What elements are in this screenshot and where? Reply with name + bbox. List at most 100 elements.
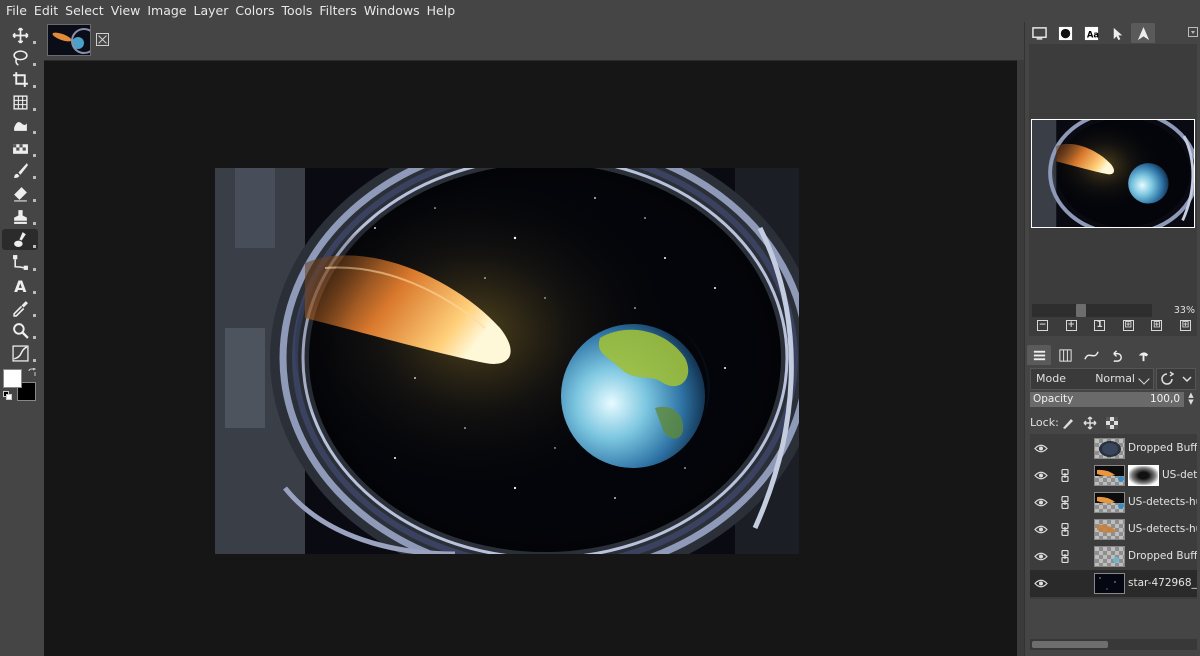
menu-filters[interactable]: Filters [316,0,359,22]
fit-image-button[interactable]: ⊞ [1122,320,1134,331]
gradient-tool[interactable] [2,138,38,159]
curves-tool[interactable] [2,343,38,364]
foreground-color-swatch[interactable] [3,369,22,388]
layer-thumbnail-art [1113,557,1119,563]
opacity-spinner[interactable]: ▲ ▼ [1185,392,1197,407]
menu-select[interactable]: Select [62,0,107,22]
close-tab-icon[interactable] [96,33,109,46]
lock-position-icon[interactable] [1083,416,1097,430]
color-picker-tool[interactable] [2,298,38,319]
eraser-icon [13,187,27,202]
brush-preview-icon [1058,26,1072,40]
tab-channels[interactable] [1053,345,1077,365]
navigator-viewport-frame[interactable] [1031,119,1195,228]
layer-name: Dropped Buffer [1128,550,1197,562]
tab-pointer-info[interactable] [1131,345,1155,365]
menu-windows[interactable]: Windows [361,0,423,22]
scrollbar-thumb[interactable] [1032,641,1108,648]
swap-colors-icon[interactable] [27,368,37,378]
menu-layer[interactable]: Layer [191,0,232,22]
warp-transform-tool[interactable] [2,115,38,136]
tool-group-indicator [33,108,36,111]
image-tab[interactable] [47,24,91,56]
layer-row[interactable]: Dropped Buffer [1030,435,1197,462]
zoom-slider[interactable] [1032,304,1152,317]
layer-mode-select[interactable]: Mode Normal [1030,368,1154,390]
zoom-tool[interactable] [2,320,38,341]
tool-group-indicator [33,336,36,339]
composite-mode-select[interactable] [1156,368,1196,390]
tool-group-indicator [33,314,36,317]
smudge-tool[interactable] [2,229,38,250]
tab-layers[interactable] [1027,345,1051,365]
layers-horizontal-scrollbar[interactable] [1030,639,1197,650]
canvas-vertical-scrollbar[interactable] [1017,60,1024,656]
tab-navigation[interactable] [1131,23,1155,43]
text-tool[interactable]: A [2,275,38,296]
chain-link-icon[interactable] [1060,496,1070,509]
menu-colors[interactable]: Colors [232,0,277,22]
unified-transform-tool[interactable] [2,92,38,113]
chain-link-icon[interactable] [1060,469,1070,482]
tab-undo-history[interactable] [1105,345,1129,365]
menu-view[interactable]: View [108,0,144,22]
tab-pointer[interactable] [1105,23,1129,43]
svg-text:Aa: Aa [1086,29,1098,39]
font-icon: Aa [1084,26,1099,40]
eraser-tool[interactable] [2,183,38,204]
layer-row[interactable]: US-detects-huge [1030,489,1197,516]
navigator-dock-tabs: Aa [1025,22,1200,44]
eye-icon[interactable] [1034,524,1048,535]
menu-file[interactable]: File [3,0,30,22]
fill-window-button[interactable]: ⊞ [1151,320,1163,331]
lock-alpha-icon[interactable] [1105,416,1119,430]
toolbox: A [0,22,42,656]
layer-row[interactable]: star-472968_960 [1030,570,1197,597]
eye-icon[interactable] [1034,497,1048,508]
image-canvas[interactable] [215,168,799,554]
menu-bar: File Edit Select View Image Layer Colors Tools F… [0,0,1200,22]
layer-row[interactable]: Dropped Buffer [1030,543,1197,570]
menu-edit[interactable]: Edit [31,0,61,22]
eye-icon[interactable] [1034,578,1048,589]
layer-mask-thumbnail[interactable] [1128,465,1159,486]
layer-row[interactable]: US-detects-huge [1030,516,1197,543]
reset-mode-icon [1161,371,1192,385]
paintbrush-tool[interactable] [2,160,38,181]
zoom-one-to-one-button[interactable]: 1 [1094,320,1106,331]
navigator-menu-icon[interactable] [1188,27,1198,37]
tab-brushes[interactable] [1053,23,1077,43]
eye-icon[interactable] [1034,443,1048,454]
paths-tool[interactable] [2,252,38,273]
menu-help[interactable]: Help [424,0,459,22]
lasso-icon [12,50,28,66]
opacity-slider[interactable]: Opacity 100,0 [1030,392,1184,407]
eye-icon[interactable] [1034,470,1048,481]
zoom-slider-handle[interactable] [1076,304,1086,317]
zoom-out-button[interactable]: − [1037,320,1048,331]
eye-icon[interactable] [1034,551,1048,562]
tab-fonts[interactable]: Aa [1079,23,1103,43]
paths-panel-icon [1083,350,1099,360]
layer-row[interactable]: US-detects-huge [1030,462,1197,489]
move-tool[interactable] [2,25,38,46]
tool-group-indicator [33,131,36,134]
default-colors-icon[interactable] [3,391,13,401]
free-select-tool[interactable] [2,47,38,68]
clone-tool[interactable] [2,206,38,227]
lock-pixels-icon[interactable] [1061,416,1075,430]
menu-tools[interactable]: Tools [279,0,316,22]
zoom-in-button[interactable]: + [1065,320,1077,331]
shrink-wrap-button[interactable]: ⊞ [1179,320,1191,331]
layer-thumbnail-art [1097,524,1117,533]
chain-link-icon[interactable] [1060,523,1070,536]
tool-group-indicator [33,199,36,202]
tab-images[interactable] [1027,23,1051,43]
menu-image[interactable]: Image [144,0,189,22]
tab-paths[interactable] [1079,345,1103,365]
paths-icon [12,255,28,270]
crop-tool[interactable] [2,69,38,90]
navigator-preview[interactable] [1031,119,1195,228]
navigator-buttons: − + 1 ⊞ ⊞ ⊞ [1029,320,1197,336]
chain-link-icon[interactable] [1060,550,1070,563]
